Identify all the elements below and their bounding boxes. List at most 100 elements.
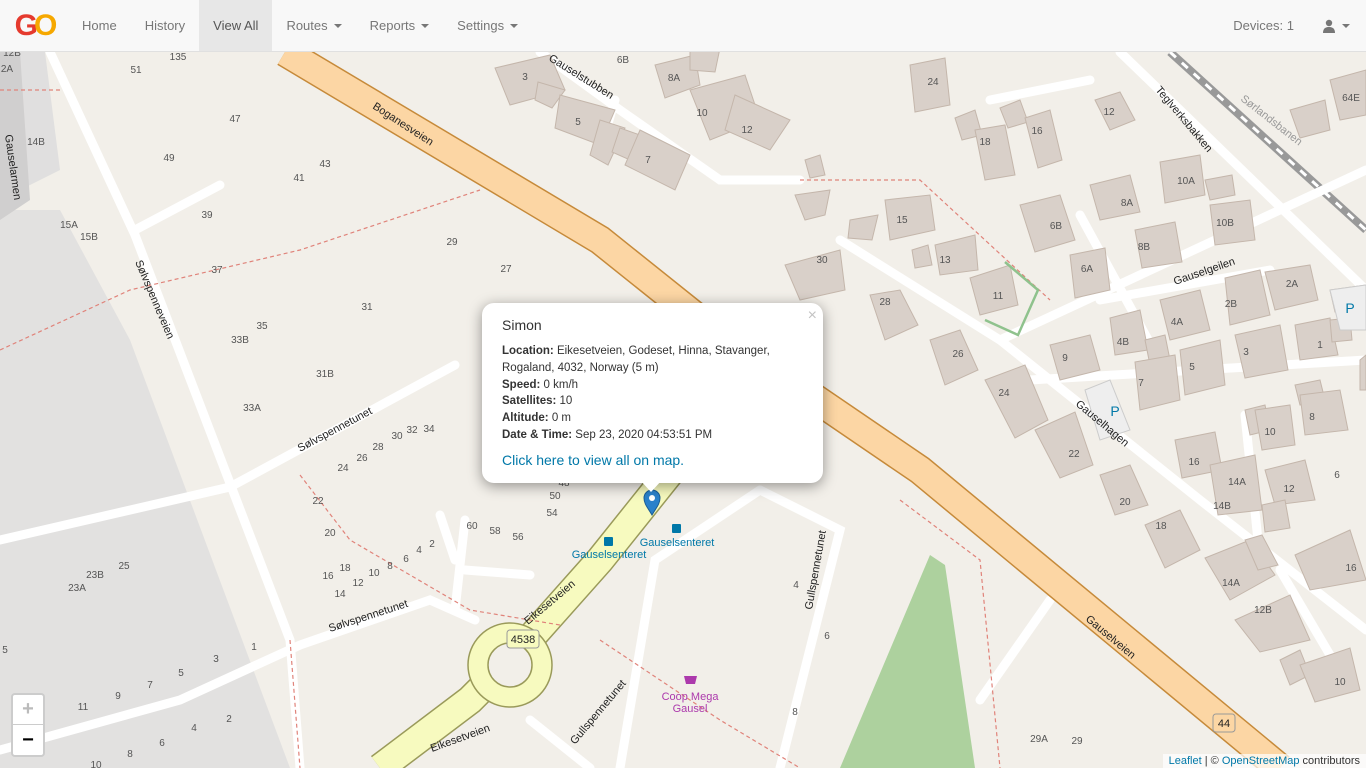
datetime-value: Sep 23, 2020 04:53:51 PM — [575, 428, 713, 441]
svg-text:39: 39 — [201, 210, 213, 221]
svg-text:64E: 64E — [1342, 93, 1360, 104]
popup-altitude: Altitude: 0 m — [502, 410, 803, 427]
bus-stop-icon[interactable] — [604, 537, 613, 546]
brand-logo[interactable]: GO — [0, 0, 68, 51]
nav-history[interactable]: History — [131, 0, 199, 51]
svg-text:8: 8 — [792, 707, 798, 718]
svg-text:32: 32 — [406, 425, 418, 436]
svg-text:16: 16 — [322, 571, 334, 582]
svg-text:3: 3 — [213, 654, 219, 665]
svg-text:8: 8 — [1309, 412, 1315, 423]
svg-text:5: 5 — [2, 645, 8, 656]
svg-text:26: 26 — [952, 349, 964, 360]
svg-text:26: 26 — [356, 453, 368, 464]
svg-text:27: 27 — [500, 264, 512, 275]
svg-text:22: 22 — [1068, 449, 1080, 460]
popup-title: Simon — [502, 317, 542, 333]
svg-text:44: 44 — [1218, 718, 1230, 730]
nav-reports-dropdown[interactable]: Reports — [356, 0, 444, 51]
svg-text:33B: 33B — [231, 335, 249, 346]
svg-text:18: 18 — [339, 563, 351, 574]
svg-text:18: 18 — [979, 137, 991, 148]
svg-text:6: 6 — [1334, 470, 1340, 481]
svg-text:Gausel: Gausel — [673, 703, 708, 715]
svg-text:10B: 10B — [1216, 218, 1234, 229]
svg-text:30: 30 — [391, 431, 403, 442]
altitude-value: 0 m — [551, 412, 572, 425]
svg-text:1: 1 — [251, 642, 257, 653]
openstreetmap-link[interactable]: OpenStreetMap — [1222, 755, 1300, 767]
svg-text:14B: 14B — [27, 137, 45, 148]
svg-text:10A: 10A — [1177, 176, 1195, 187]
roundabout-center — [487, 642, 533, 688]
popup-datetime: Date & Time: Sep 23, 2020 04:53:51 PM — [502, 427, 803, 444]
svg-text:47: 47 — [229, 114, 241, 125]
svg-text:10: 10 — [90, 760, 102, 768]
svg-text:6: 6 — [403, 554, 409, 565]
nav-home[interactable]: Home — [68, 0, 131, 51]
road-shield: 4538 — [506, 629, 540, 649]
zoom-in-button[interactable]: + — [13, 695, 43, 725]
nav-routes-dropdown[interactable]: Routes — [272, 0, 355, 51]
leaflet-link[interactable]: Leaflet — [1169, 755, 1202, 767]
nav-routes-label: Routes — [286, 18, 328, 33]
nav-settings-dropdown[interactable]: Settings — [443, 0, 532, 51]
satellites-value: 10 — [559, 395, 573, 408]
svg-text:7: 7 — [147, 680, 153, 691]
svg-text:28: 28 — [879, 297, 891, 308]
svg-text:12: 12 — [352, 578, 364, 589]
zoom-out-button[interactable]: − — [13, 725, 43, 755]
svg-text:14B: 14B — [1213, 501, 1231, 512]
svg-text:20: 20 — [1119, 497, 1131, 508]
svg-text:5: 5 — [178, 668, 184, 679]
user-menu-dropdown[interactable] — [1312, 0, 1366, 51]
svg-text:50: 50 — [549, 491, 561, 502]
svg-text:56: 56 — [512, 532, 524, 543]
svg-text:6B: 6B — [1050, 221, 1063, 232]
svg-text:5: 5 — [1189, 362, 1195, 373]
svg-text:14A: 14A — [1222, 578, 1240, 589]
svg-text:Coop Mega: Coop Mega — [662, 691, 720, 703]
map-attribution: Leaflet | © OpenStreetMap contributors — [1162, 754, 1366, 768]
altitude-label: Altitude: — [502, 412, 549, 425]
nav-view-all[interactable]: View All — [199, 0, 273, 51]
svg-text:14: 14 — [334, 589, 346, 600]
svg-text:4A: 4A — [1171, 317, 1184, 328]
svg-text:12B: 12B — [1254, 605, 1272, 616]
caret-down-icon — [421, 23, 430, 28]
popup-tip — [640, 480, 662, 492]
shop-cart-icon[interactable] — [684, 676, 697, 684]
svg-text:14A: 14A — [1228, 477, 1246, 488]
svg-text:135: 135 — [170, 52, 187, 63]
svg-text:4: 4 — [416, 545, 422, 556]
view-all-link[interactable]: Click here to view all on map. — [502, 452, 803, 468]
caret-down-icon — [333, 23, 342, 28]
svg-text:7: 7 — [1138, 378, 1144, 389]
svg-text:15: 15 — [896, 215, 908, 226]
svg-text:49: 49 — [163, 153, 175, 164]
svg-text:11: 11 — [78, 702, 89, 713]
svg-text:2: 2 — [429, 539, 435, 550]
svg-text:4538: 4538 — [511, 634, 535, 646]
logo-letter-o: O — [34, 8, 57, 42]
svg-text:8A: 8A — [668, 73, 681, 84]
svg-text:31: 31 — [361, 302, 373, 313]
datetime-label: Date & Time: — [502, 428, 573, 441]
svg-text:6: 6 — [159, 738, 165, 749]
svg-text:12: 12 — [1103, 107, 1115, 118]
svg-text:2: 2 — [226, 714, 232, 725]
svg-text:20: 20 — [324, 528, 336, 539]
location-marker-icon[interactable] — [642, 488, 662, 516]
svg-text:3: 3 — [1243, 347, 1249, 358]
svg-text:25: 25 — [118, 561, 130, 572]
svg-text:12: 12 — [741, 125, 753, 136]
svg-text:7: 7 — [645, 155, 651, 166]
svg-text:4: 4 — [793, 580, 799, 591]
svg-text:24: 24 — [998, 388, 1010, 399]
svg-text:33A: 33A — [243, 403, 261, 414]
svg-text:24: 24 — [927, 77, 939, 88]
location-label: Location: — [502, 345, 554, 357]
bus-stop-icon[interactable] — [672, 524, 681, 533]
svg-text:9: 9 — [1062, 353, 1068, 364]
close-icon[interactable]: × — [808, 307, 817, 325]
